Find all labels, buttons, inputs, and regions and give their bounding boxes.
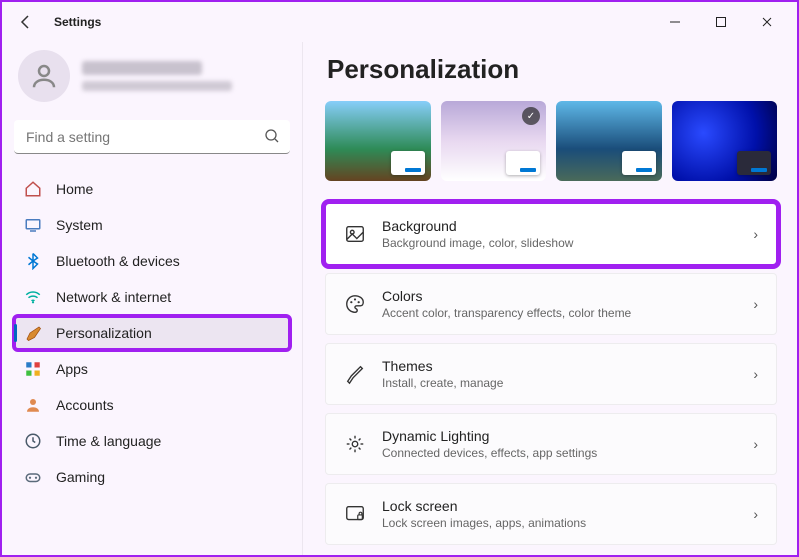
card-subtitle: Connected devices, effects, app settings (382, 446, 737, 460)
titlebar: Settings (2, 2, 797, 42)
card-subtitle: Lock screen images, apps, animations (382, 516, 737, 530)
sidebar-item-system[interactable]: System (14, 208, 290, 242)
sidebar-item-home[interactable]: Home (14, 172, 290, 206)
search-box[interactable] (14, 120, 290, 154)
sidebar-item-apps[interactable]: Apps (14, 352, 290, 386)
person-icon (24, 396, 42, 414)
sidebar-item-network[interactable]: Network & internet (14, 280, 290, 314)
card-subtitle: Accent color, transparency effects, colo… (382, 306, 737, 320)
bluetooth-icon (24, 252, 42, 270)
sidebar-item-label: Home (56, 181, 93, 197)
sidebar-item-accounts[interactable]: Accounts (14, 388, 290, 422)
sidebar-item-label: Network & internet (56, 289, 171, 305)
main-content: Personalization ✓ Background Background … (302, 42, 797, 555)
search-icon (264, 128, 280, 144)
card-title: Lock screen (382, 498, 737, 514)
theme-preview-2[interactable]: ✓ (441, 101, 547, 181)
lock-screen-icon (344, 503, 366, 525)
card-title: Dynamic Lighting (382, 428, 737, 444)
back-button[interactable] (10, 6, 42, 38)
clock-icon (24, 432, 42, 450)
chevron-right-icon: › (753, 366, 758, 382)
user-name-redacted (82, 61, 202, 75)
sidebar-item-time[interactable]: Time & language (14, 424, 290, 458)
sparkle-icon (344, 433, 366, 455)
sidebar-item-label: System (56, 217, 103, 233)
app-title: Settings (54, 15, 101, 29)
sidebar-item-label: Personalization (56, 325, 152, 341)
wifi-icon (24, 288, 42, 306)
card-title: Themes (382, 358, 737, 374)
card-colors[interactable]: Colors Accent color, transparency effect… (325, 273, 777, 335)
paintbrush-icon (24, 324, 42, 342)
sidebar-item-label: Time & language (56, 433, 161, 449)
chevron-right-icon: › (753, 226, 758, 242)
system-icon (24, 216, 42, 234)
search-input[interactable] (14, 120, 290, 154)
theme-preview-3[interactable] (556, 101, 662, 181)
sidebar-item-label: Bluetooth & devices (56, 253, 180, 269)
theme-preview-4[interactable] (672, 101, 778, 181)
user-email-redacted (82, 81, 232, 91)
home-icon (24, 180, 42, 198)
page-title: Personalization (327, 54, 777, 85)
apps-icon (24, 360, 42, 378)
brush-icon (344, 363, 366, 385)
card-dynamic-lighting[interactable]: Dynamic Lighting Connected devices, effe… (325, 413, 777, 475)
theme-previews: ✓ (325, 101, 777, 181)
chevron-right-icon: › (753, 506, 758, 522)
theme-preview-1[interactable] (325, 101, 431, 181)
card-subtitle: Background image, color, slideshow (382, 236, 737, 250)
card-title: Colors (382, 288, 737, 304)
card-lock-screen[interactable]: Lock screen Lock screen images, apps, an… (325, 483, 777, 545)
user-profile[interactable] (14, 42, 290, 120)
card-themes[interactable]: Themes Install, create, manage › (325, 343, 777, 405)
sidebar-item-label: Gaming (56, 469, 105, 485)
sidebar-item-personalization[interactable]: Personalization (14, 316, 290, 350)
sidebar-item-label: Apps (56, 361, 88, 377)
sidebar-item-label: Accounts (56, 397, 114, 413)
palette-icon (344, 293, 366, 315)
avatar (18, 50, 70, 102)
image-icon (344, 223, 366, 245)
sidebar: Home System Bluetooth & devices Network … (2, 42, 302, 555)
card-title: Background (382, 218, 737, 234)
check-icon: ✓ (522, 107, 540, 125)
chevron-right-icon: › (753, 296, 758, 312)
sidebar-item-bluetooth[interactable]: Bluetooth & devices (14, 244, 290, 278)
card-background[interactable]: Background Background image, color, slid… (325, 203, 777, 265)
gamepad-icon (24, 468, 42, 486)
close-button[interactable] (753, 8, 781, 36)
maximize-button[interactable] (707, 8, 735, 36)
chevron-right-icon: › (753, 436, 758, 452)
sidebar-item-gaming[interactable]: Gaming (14, 460, 290, 494)
minimize-button[interactable] (661, 8, 689, 36)
card-subtitle: Install, create, manage (382, 376, 737, 390)
